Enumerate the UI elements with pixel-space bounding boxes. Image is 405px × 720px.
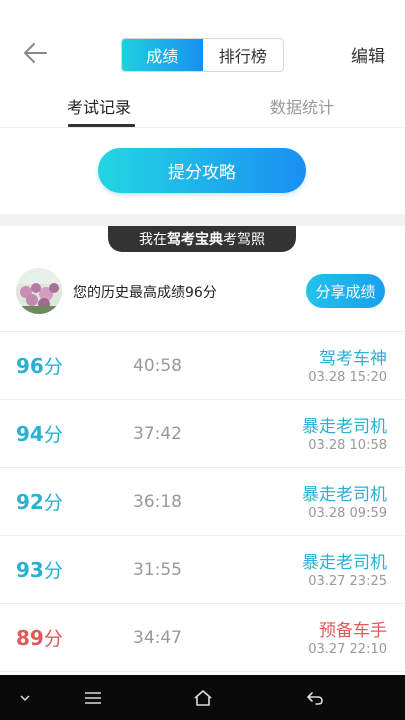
score-unit: 分 [43, 356, 63, 378]
record-score: 92分 [16, 488, 63, 515]
segment-score[interactable]: 成绩 [122, 39, 203, 71]
record-duration: 37:42 [133, 424, 182, 444]
back-button[interactable] [20, 38, 50, 68]
promo-banner: 我在 驾考宝典 考驾照 [108, 226, 296, 252]
record-row[interactable]: 94分 37:42 暴走老司机 03.28 10:58 [0, 400, 405, 468]
record-duration: 34:47 [133, 628, 182, 648]
score-value: 93 [16, 558, 44, 582]
record-duration: 31:55 [133, 560, 182, 580]
record-date: 03.27 22:10 [308, 642, 387, 657]
record-score: 96分 [16, 352, 63, 379]
record-date: 03.27 23:25 [308, 574, 387, 589]
best-score-row: 您的历史最高成绩96分 分享成绩 [0, 252, 405, 332]
arrow-left-icon [24, 43, 47, 63]
score-unit: 分 [43, 424, 63, 446]
score-value: 92 [16, 490, 44, 514]
score-value: 89 [16, 626, 44, 650]
best-score-text: 您的历史最高成绩96分 [73, 285, 217, 301]
record-title: 暴走老司机 [302, 485, 387, 505]
segment-ranking[interactable]: 排行榜 [203, 39, 284, 71]
exam-record-list: 96分 40:58 驾考车神 03.28 15:20 94分 37:42 暴走老… [0, 332, 405, 672]
avatar[interactable] [16, 268, 62, 314]
tab-exam-records[interactable]: 考试记录 [67, 94, 131, 118]
tab-statistics[interactable]: 数据统计 [270, 94, 334, 118]
record-duration: 40:58 [133, 356, 182, 376]
record-score: 89分 [16, 624, 63, 651]
record-title: 驾考车神 [319, 349, 387, 369]
record-title: 预备车手 [319, 621, 387, 641]
nav-home-button[interactable] [188, 675, 218, 720]
banner-suffix: 考驾照 [223, 232, 265, 248]
menu-icon [85, 691, 101, 704]
record-duration: 36:18 [133, 492, 182, 512]
nav-menu-button[interactable] [78, 675, 108, 720]
improve-score-button[interactable]: 提分攻略 [98, 148, 306, 193]
tab-bar: 考试记录 数据统计 [0, 88, 405, 128]
record-row[interactable]: 93分 31:55 暴走老司机 03.27 23:25 [0, 536, 405, 604]
active-tab-indicator [68, 124, 135, 127]
record-score: 94分 [16, 420, 63, 447]
record-row[interactable]: 89分 34:47 预备车手 03.27 22:10 [0, 604, 405, 672]
back-icon [307, 691, 323, 705]
record-score: 93分 [16, 556, 63, 583]
section-divider [0, 214, 405, 226]
record-date: 03.28 09:59 [308, 506, 387, 521]
record-title: 暴走老司机 [302, 553, 387, 573]
record-date: 03.28 10:58 [308, 438, 387, 453]
record-row[interactable]: 96分 40:58 驾考车神 03.28 15:20 [0, 332, 405, 400]
score-unit: 分 [43, 628, 63, 650]
score-value: 94 [16, 422, 44, 446]
nav-collapse-button[interactable] [10, 675, 40, 720]
top-bar: 成绩 排行榜 编辑 [0, 0, 405, 88]
system-nav-bar [0, 675, 405, 720]
share-score-button[interactable]: 分享成绩 [306, 274, 385, 308]
banner-prefix: 我在 [139, 232, 167, 248]
avatar-image [16, 268, 62, 314]
record-date: 03.28 15:20 [308, 370, 387, 385]
chevron-down-icon [20, 694, 30, 701]
score-unit: 分 [43, 560, 63, 582]
score-unit: 分 [43, 492, 63, 514]
banner-brand: 驾考宝典 [167, 232, 223, 248]
record-row[interactable]: 92分 36:18 暴走老司机 03.28 09:59 [0, 468, 405, 536]
score-value: 96 [16, 354, 44, 378]
edit-button[interactable]: 编辑 [351, 42, 385, 67]
record-title: 暴走老司机 [302, 417, 387, 437]
segment-control: 成绩 排行榜 [121, 38, 284, 72]
nav-back-button[interactable] [300, 675, 330, 720]
cta-section: 提分攻略 [0, 129, 405, 214]
home-icon [194, 689, 212, 706]
